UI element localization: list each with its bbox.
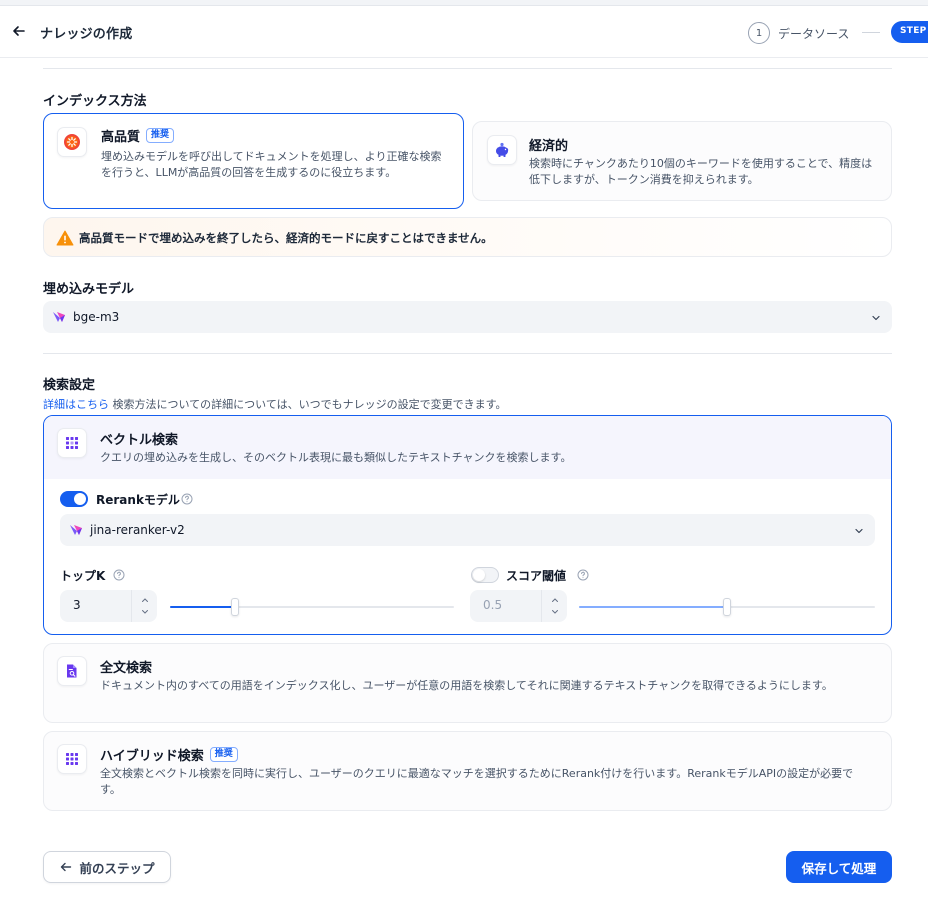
topk-label: トップK <box>60 569 106 583</box>
help-text: 検索方法についての詳細については、いつでもナレッジの設定で変更できます。 <box>109 398 507 411</box>
topk-input[interactable]: 3 <box>60 590 157 622</box>
grid-icon <box>57 744 87 774</box>
option-title: ハイブリッド検索 推奨 <box>100 745 238 764</box>
step-indicator-2: STEP 2 <box>891 21 928 43</box>
step-indicator-1: 1 データソース <box>748 22 849 44</box>
previous-step-button[interactable]: 前のステップ <box>43 851 171 883</box>
option-description: 埋め込みモデルを呼び出してドキュメントを処理し、より正確な検索を行うと、LLMが… <box>101 150 442 179</box>
top-bar: ナレッジの作成 1 データソース STEP 2 <box>0 0 928 58</box>
slider-thumb[interactable] <box>723 598 731 616</box>
warning-icon <box>56 230 74 246</box>
score-threshold-slider[interactable] <box>579 598 875 616</box>
back-arrow-icon[interactable] <box>11 23 27 39</box>
arrow-left-icon <box>61 862 72 872</box>
chevron-down-icon[interactable] <box>140 607 150 617</box>
rerank-model-select[interactable]: jina-reranker-v2 <box>60 514 875 546</box>
save-and-process-label: 保存して処理 <box>801 860 877 876</box>
option-title: 高品質 推奨 <box>101 126 175 145</box>
high-quality-option[interactable]: 高品質 推奨 埋め込みモデルを呼び出してドキュメントを処理し、より正確な検索を行… <box>43 113 464 209</box>
option-title: 全文検索 <box>100 657 152 676</box>
help-circle-icon[interactable] <box>577 569 589 581</box>
score-threshold-toggle[interactable] <box>471 567 499 583</box>
option-description: ドキュメント内のすべての用語をインデックス化し、ユーザーが任意の用語を検索してそ… <box>100 679 833 692</box>
chevron-up-icon[interactable] <box>140 595 150 605</box>
chevron-down-icon[interactable] <box>550 607 560 617</box>
save-and-process-button[interactable]: 保存して処理 <box>786 851 892 883</box>
step-label: データソース <box>778 26 850 41</box>
toggle-knob <box>473 569 485 581</box>
option-title: ベクトル検索 <box>100 429 178 448</box>
option-description: 全文検索とベクトル検索を同時に実行し、ユーザーのクエリに最適なマッチを選択するた… <box>100 767 854 796</box>
chevron-down-icon <box>872 315 880 321</box>
learn-more-link[interactable]: 詳細はこちら <box>43 398 109 411</box>
index-method-title: インデックス方法 <box>43 94 147 109</box>
help-circle-icon[interactable] <box>113 569 125 581</box>
option-name: 経済的 <box>529 139 569 154</box>
vector-search-option[interactable]: ベクトル検索 クエリの埋め込みを生成し、そのベクトル表現に最も類似したテキストチ… <box>43 415 892 635</box>
grid-icon <box>57 428 87 458</box>
option-name: ベクトル検索 <box>100 433 179 448</box>
divider <box>43 68 892 69</box>
number-stepper[interactable] <box>131 590 157 622</box>
selected-model: bge-m3 <box>73 310 120 324</box>
help-circle-icon[interactable] <box>181 493 193 505</box>
warning-text: 高品質モードで埋め込みを終了したら、経済的モードに戻すことはできません。 <box>79 231 493 245</box>
page-title: ナレッジの作成 <box>40 27 133 42</box>
rerank-toggle[interactable] <box>60 491 88 507</box>
star-burst-icon <box>57 127 87 157</box>
selected-rerank-model: jina-reranker-v2 <box>90 523 185 537</box>
option-name: 高品質 <box>101 130 141 145</box>
score-threshold-input[interactable]: 0.5 <box>470 590 567 622</box>
option-name: ハイブリッド検索 <box>100 749 204 764</box>
retrieval-title: 検索設定 <box>43 378 96 393</box>
chevron-up-icon[interactable] <box>550 595 560 605</box>
rerank-label: Rerankモデル <box>96 493 180 507</box>
model-provider-icon <box>70 525 82 535</box>
topk-slider[interactable] <box>170 598 454 616</box>
browser-strip <box>0 0 928 6</box>
model-provider-icon <box>53 312 65 322</box>
embedding-title: 埋め込みモデル <box>43 282 135 297</box>
score-threshold-label: スコア閾値 <box>506 569 567 583</box>
piggy-bank-icon <box>487 135 517 165</box>
document-search-icon <box>57 656 87 686</box>
chevron-down-icon <box>855 528 863 534</box>
embedding-model-select[interactable]: bge-m3 <box>43 301 892 333</box>
recommended-badge: 推奨 <box>209 747 238 762</box>
recommended-badge: 推奨 <box>146 128 175 143</box>
hybrid-search-option[interactable]: ハイブリッド検索 推奨 全文検索とベクトル検索を同時に実行し、ユーザーのクエリに… <box>43 731 892 811</box>
slider-fill <box>170 606 235 608</box>
score-threshold-value: 0.5 <box>483 598 503 612</box>
retrieval-help: 詳細はこちら 検索方法についての詳細については、いつでもナレッジの設定で変更でき… <box>43 396 507 412</box>
step-connector <box>862 32 880 33</box>
option-description: 検索時にチャンクあたり10個のキーワードを使用することで、精度は低下しますが、ト… <box>529 157 873 186</box>
toggle-knob <box>74 493 86 505</box>
option-description: クエリの埋め込みを生成し、そのベクトル表現に最も類似したテキストチャンクを検索し… <box>100 451 572 464</box>
step-number: 1 <box>748 22 770 44</box>
topk-value: 3 <box>73 598 81 612</box>
option-title: 経済的 <box>529 135 568 154</box>
number-stepper[interactable] <box>541 590 567 622</box>
previous-step-label: 前のステップ <box>79 860 155 876</box>
economical-option[interactable]: 経済的 検索時にチャンクあたり10個のキーワードを使用することで、精度は低下しま… <box>472 121 892 201</box>
divider <box>43 353 892 354</box>
slider-thumb[interactable] <box>231 598 239 616</box>
warning-banner: 高品質モードで埋め込みを終了したら、経済的モードに戻すことはできません。 <box>43 217 892 257</box>
slider-fill <box>579 606 727 608</box>
option-name: 全文検索 <box>100 661 153 676</box>
fulltext-search-option[interactable]: 全文検索 ドキュメント内のすべての用語をインデックス化し、ユーザーが任意の用語を… <box>43 643 892 723</box>
